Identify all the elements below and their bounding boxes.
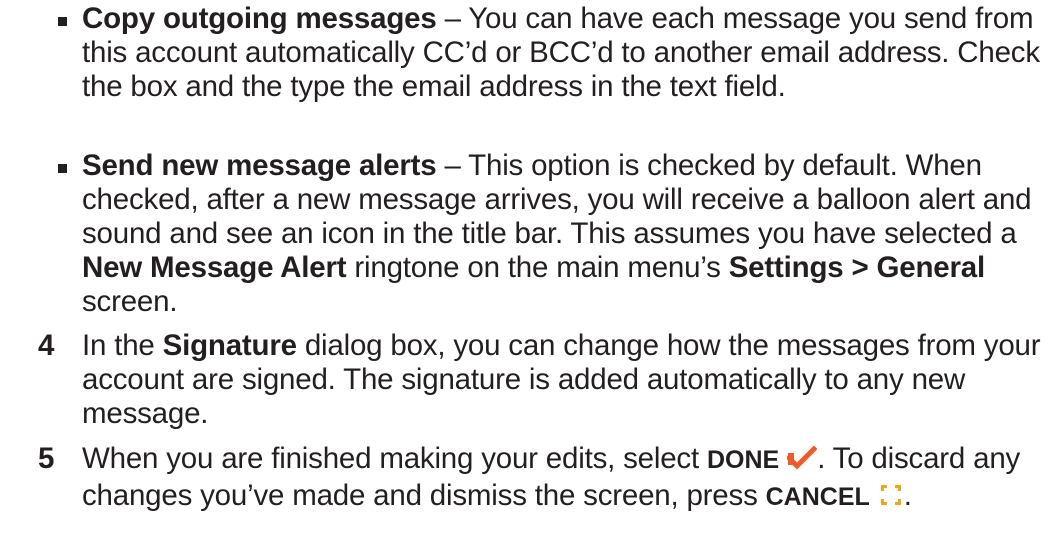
bullet-marker	[58, 164, 67, 173]
bullet-text: ringtone on the main menu’s	[346, 251, 729, 284]
manual-page: Copy outgoing messages – You can have ea…	[0, 0, 1064, 534]
bullet-dash: –	[436, 149, 469, 182]
done-label: DONE	[706, 446, 780, 474]
cancel-label: CANCEL	[765, 483, 870, 511]
bullet-marker	[58, 17, 67, 26]
step-text: When you are finished making your edits,…	[82, 442, 707, 475]
bullet-new-message-alerts: Send new message alerts – This option is…	[82, 149, 1057, 319]
step-text: In the	[82, 329, 163, 362]
bullet-title: Copy outgoing messages	[82, 2, 437, 35]
signature-dialog-label: Signature	[162, 329, 297, 362]
cross-icon	[878, 482, 904, 516]
step-number: 5	[38, 442, 55, 475]
step-text: .	[903, 479, 912, 512]
step-number: 4	[38, 329, 55, 362]
bullet-dash: –	[436, 2, 469, 35]
bullet-copy-outgoing: Copy outgoing messages – You can have ea…	[82, 2, 1057, 104]
checkmark-icon	[785, 445, 818, 479]
step-signature: In the Signature dialog box, you can cha…	[82, 329, 1057, 431]
setting-new-message-alert: New Message Alert	[82, 251, 347, 284]
bullet-text: screen.	[82, 285, 178, 318]
setting-path: Settings > General	[728, 251, 985, 284]
step-finish: When you are finished making your edits,…	[82, 442, 1057, 516]
bullet-title: Send new message alerts	[82, 149, 437, 182]
